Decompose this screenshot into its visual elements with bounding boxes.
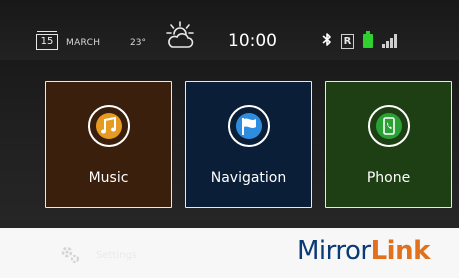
status-bar: 15 MARCH 23° 10:00 R	[0, 0, 459, 60]
bluetooth-icon	[322, 32, 332, 51]
head-unit-screen: 15 MARCH 23° 10:00 R Music Navigation Ph…	[0, 0, 459, 278]
bottom-bar: Settings MirrorLink	[0, 228, 459, 278]
music-note-icon	[100, 116, 116, 134]
date-day: 15	[40, 36, 54, 47]
signal-icon	[382, 34, 397, 48]
gear-icon[interactable]	[60, 245, 82, 265]
roaming-indicator: R	[341, 33, 354, 49]
app-launcher: Music Navigation Phone	[0, 60, 459, 228]
logo-link: Link	[370, 236, 431, 266]
navigation-icon-circle	[227, 105, 270, 147]
clock-time: 10:00	[228, 31, 277, 51]
battery-icon	[363, 31, 373, 48]
navigation-tile[interactable]: Navigation	[185, 81, 312, 208]
music-label: Music	[88, 170, 129, 186]
music-icon-circle	[87, 105, 130, 147]
music-tile[interactable]: Music	[45, 81, 172, 208]
month-label: MARCH	[66, 38, 101, 48]
flag-icon	[241, 118, 256, 135]
logo-mirror: Mirror	[297, 236, 371, 266]
mirrorlink-logo: MirrorLink	[297, 236, 430, 266]
cloudy-sun-icon	[166, 21, 194, 48]
status-icons: R	[322, 30, 405, 52]
phone-icon-circle	[367, 105, 410, 147]
calendar-date-icon: 15	[36, 31, 58, 50]
phone-tile[interactable]: Phone	[325, 81, 452, 208]
temperature-label: 23°	[130, 38, 146, 48]
settings-button[interactable]: Settings	[96, 250, 137, 261]
phone-label: Phone	[366, 170, 411, 186]
phone-icon	[382, 117, 395, 135]
navigation-label: Navigation	[210, 170, 287, 186]
